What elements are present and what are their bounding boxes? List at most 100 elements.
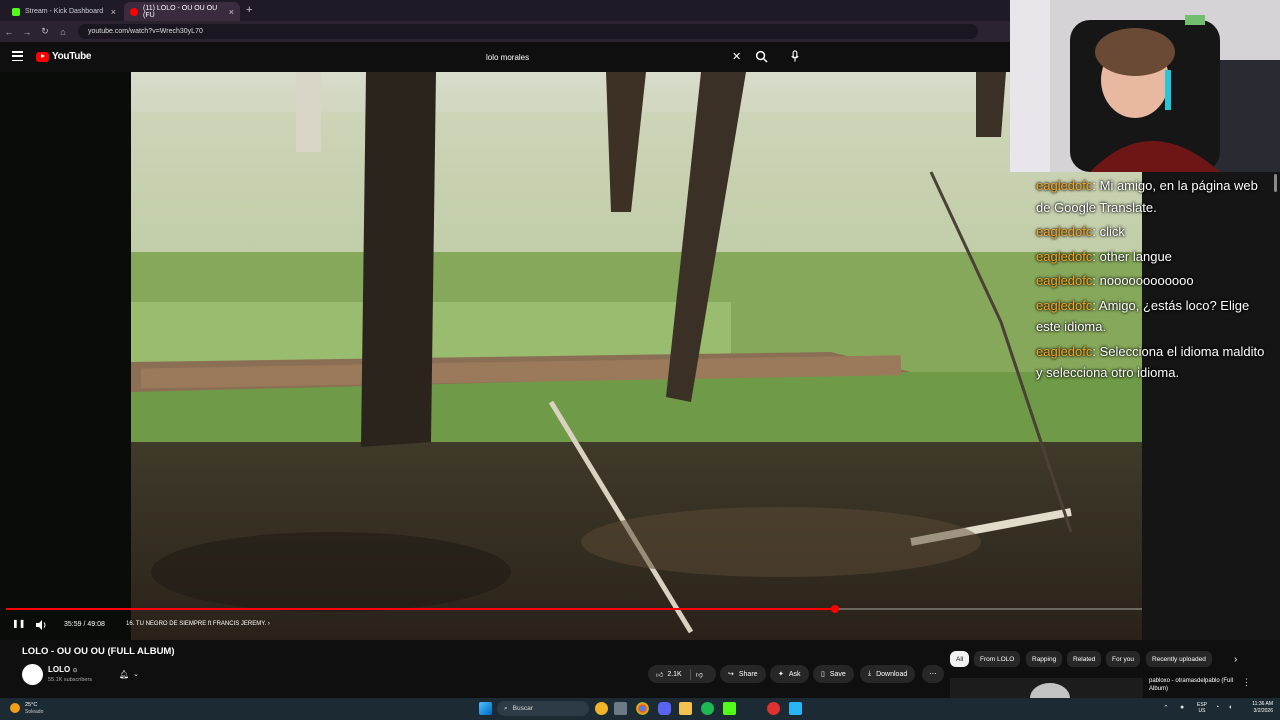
chip-recently-uploaded[interactable]: Recently uploaded [1146, 651, 1212, 667]
avatar[interactable] [22, 664, 43, 685]
chip-all[interactable]: All [950, 651, 970, 667]
chevron-right-icon[interactable]: › [1234, 654, 1237, 665]
youtube-icon [130, 7, 138, 16]
ask-button[interactable]: ✦ Ask [770, 665, 809, 683]
keyboard-code: US [1198, 708, 1206, 714]
chip-from-lolo[interactable]: From LOLO [974, 651, 1021, 667]
chevron-down-icon: ⌄ [133, 671, 140, 678]
menu-icon[interactable] [12, 51, 23, 61]
recording-app-icon[interactable] [767, 702, 780, 715]
search-icon: ⌕ [504, 704, 508, 712]
windows-start-icon[interactable] [479, 702, 492, 715]
chat-text: noooooooooooo [1099, 273, 1194, 288]
chat-text: other langue [1099, 248, 1172, 264]
share-label: Share [738, 670, 758, 678]
chat-username: eagledofc [1036, 343, 1093, 359]
tab-label: Stream - Kick Dashboard [25, 8, 104, 15]
clock-time: 11:36 AM [1252, 701, 1273, 707]
like-button[interactable]: 👍︎ 2.1K [656, 670, 682, 679]
mic-tray-icon[interactable]: ● [1180, 704, 1184, 711]
chat-message: eagledofc: Amigo, ¿estás loco? Elige est… [1036, 297, 1250, 335]
volume-icon[interactable] [36, 620, 47, 630]
chapter-label: 16. TU NEGRO DE SIEMPRE ft FRANCIS JEREM… [126, 621, 267, 627]
reload-icon[interactable]: ↻ [36, 26, 54, 37]
pause-icon[interactable]: ❚❚ [12, 619, 25, 628]
chip-for-you[interactable]: For you [1106, 651, 1141, 667]
weather-temperature: 25°C [25, 702, 38, 708]
weather-condition: Soleado [25, 709, 44, 715]
taskbar-search[interactable]: ⌕ Buscar [497, 701, 589, 716]
tab-youtube[interactable]: (11) LOLO - OU OU OU (FU × [124, 2, 240, 21]
sparkle-icon: ✦ [778, 671, 784, 678]
chat-username: eagledofc [1036, 297, 1093, 313]
notepad-icon[interactable] [789, 702, 802, 715]
system-clock[interactable]: 11:36 AM 3/2/2026 [1243, 701, 1273, 715]
video-title: LOLO - OU OU OU (FULL ALBUM) [22, 646, 175, 657]
chip-related[interactable]: Related [1067, 651, 1102, 667]
streamer-webcam-image [1010, 0, 1280, 172]
microphone-icon[interactable] [790, 50, 800, 63]
forward-icon[interactable]: → [18, 27, 36, 37]
chat-username: eagledofc [1036, 178, 1093, 193]
chat-username: eagledofc [1036, 224, 1093, 239]
task-view-icon[interactable] [614, 702, 627, 715]
back-icon[interactable]: ← [0, 27, 18, 37]
new-tab-button[interactable]: + [246, 4, 252, 16]
search-input[interactable]: lolo morales [478, 48, 748, 66]
search-icon[interactable] [755, 50, 768, 63]
time-display: 35:59 / 49:08 [64, 621, 105, 628]
save-label: Save [829, 670, 846, 678]
home-icon[interactable]: ⌂ [54, 27, 72, 37]
address-bar: ← → ↻ ⌂ youtube.com/watch?v=Wrech30yL70 [0, 21, 1010, 42]
chip-rapping[interactable]: Rapping [1026, 651, 1063, 667]
thumbs-up-icon: 👍︎ [656, 671, 664, 679]
chat-message: eagledofc: noooooooooooo [1036, 273, 1194, 288]
chevron-up-icon[interactable]: ⌃ [1163, 704, 1169, 712]
chapter-title[interactable]: 16. TU NEGRO DE SIEMPRE ft FRANCIS JEREM… [126, 621, 270, 627]
like-dislike-group: 👍︎ 2.1K 👎︎ [648, 665, 716, 683]
tab-kick-dashboard[interactable]: Stream - Kick Dashboard × [6, 2, 122, 21]
chat-username: eagledofc [1036, 273, 1093, 288]
share-icon: ↪ [728, 671, 734, 678]
spotify-icon[interactable] [701, 702, 714, 715]
like-count: 2.1K [667, 670, 682, 678]
url-field[interactable]: youtube.com/watch?v=Wrech30yL70 [78, 24, 978, 39]
chat-scrollbar[interactable] [1274, 174, 1277, 192]
video-frame[interactable] [131, 72, 1142, 640]
kick-icon[interactable] [723, 702, 736, 715]
bookmark-icon: ▯ [821, 671, 825, 678]
progress-fill [6, 608, 836, 610]
channel-name-text: LOLO [48, 665, 71, 674]
thumbs-down-icon[interactable]: 👎︎ [696, 670, 703, 679]
sun-icon[interactable] [10, 703, 20, 713]
discord-icon[interactable] [658, 702, 671, 715]
logo-text: YouTube [52, 51, 92, 62]
close-icon[interactable]: × [111, 7, 116, 17]
clear-search-icon[interactable]: ✕ [732, 50, 741, 63]
chat-text: click [1099, 224, 1125, 239]
language-indicator[interactable]: ESP US [1197, 702, 1207, 714]
recommendation-thumbnail[interactable] [950, 678, 1143, 698]
widgets-icon[interactable] [595, 702, 608, 715]
wifi-icon[interactable]: ◔ [1215, 704, 1219, 711]
kick-icon [12, 7, 20, 16]
channel-name[interactable]: LOLO ⊙ [48, 665, 77, 674]
close-icon[interactable]: × [229, 7, 234, 17]
chat-message: eagledofc: click [1036, 224, 1125, 239]
speaker-icon[interactable]: ◖ [1228, 704, 1232, 711]
youtube-logo[interactable]: YouTube [36, 51, 92, 62]
share-button[interactable]: ↪ Share [720, 665, 766, 683]
save-button[interactable]: ▯ Save [813, 665, 854, 683]
bell-icon: 🔔︎ [118, 669, 130, 679]
chrome-icon[interactable] [636, 702, 649, 715]
chat-message: eagledofc: Mi amigo, en la página web de… [1036, 178, 1258, 215]
download-icon: ⤓ [868, 670, 872, 677]
clock-date: 3/2/2026 [1253, 708, 1273, 714]
file-explorer-icon[interactable] [679, 702, 692, 715]
download-button[interactable]: ⤓ Download [860, 665, 916, 683]
more-actions-button[interactable]: ⋯ [922, 665, 944, 683]
recommendation-title[interactable]: pabloxo - otramasdelpablo (Full Album) [1149, 677, 1244, 693]
subscribed-bell-button[interactable]: 🔔︎ ⌄ [112, 666, 146, 682]
more-vert-icon[interactable]: ⋮ [1242, 677, 1251, 688]
chat-messages: eagledofc: Mi amigo, en la página web de… [1036, 175, 1266, 387]
